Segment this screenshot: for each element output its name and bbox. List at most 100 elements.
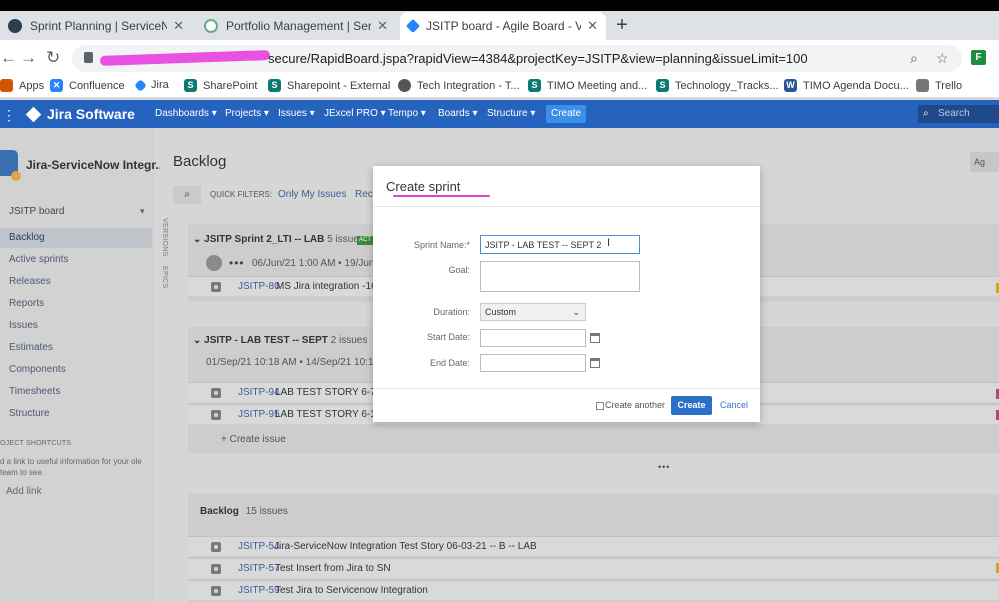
bookmark-timo-meeting[interactable]: S TIMO Meeting and...: [528, 79, 647, 92]
browser-tab-jsitp-board[interactable]: JSITP board - Agile Board - Viaco ✕: [400, 12, 606, 40]
create-another-checkbox[interactable]: [596, 402, 604, 410]
drag-handle-icon[interactable]: •••: [658, 462, 670, 472]
goal-textarea[interactable]: [480, 261, 640, 292]
sprint-name-input[interactable]: [480, 235, 640, 254]
create-issue-button[interactable]: Create: [546, 105, 586, 123]
trello-icon: [916, 79, 929, 92]
issue-summary: Jira-ServiceNow Integration Test Story 0…: [274, 541, 537, 552]
project-name[interactable]: Jira-ServiceNow Integr...: [26, 158, 165, 172]
issue-row[interactable]: JSITP-54 Jira-ServiceNow Integration Tes…: [188, 536, 999, 556]
board-settings-button[interactable]: Ag: [970, 152, 999, 172]
sidebar-item-estimates[interactable]: Estimates: [9, 342, 53, 353]
calendar-icon[interactable]: [590, 358, 600, 368]
goal-label: Goal:: [448, 265, 470, 275]
sidebar-item-releases[interactable]: Releases: [9, 276, 51, 287]
browser-tab-sprint-planning[interactable]: Sprint Planning | ServiceNow ✕: [0, 12, 192, 40]
create-sprint-button[interactable]: Create: [671, 396, 712, 415]
bookmark-label: Confluence: [69, 79, 125, 92]
issue-row[interactable]: JSITP-59 Test Jira to Servicenow Integra…: [188, 580, 999, 600]
text-cursor-icon: I: [607, 237, 611, 249]
sidebar-item-issues[interactable]: Issues: [9, 320, 38, 331]
quick-filters-label: QUICK FILTERS:: [210, 190, 273, 199]
create-issue-link[interactable]: + Create issue: [221, 434, 286, 445]
url-text: secure/RapidBoard.jspa?rapidView=4384&pr…: [268, 51, 808, 66]
issue-key[interactable]: JSITP-80: [238, 281, 280, 292]
board-selector[interactable]: JSITP board: [9, 206, 64, 217]
issue-key[interactable]: JSITP-95: [238, 409, 280, 420]
menu-jexcel-pro[interactable]: JExcel PRO ▾: [324, 108, 386, 119]
issue-key[interactable]: JSITP-59: [238, 585, 280, 596]
menu-projects[interactable]: Projects ▾: [225, 108, 269, 119]
back-arrow-icon[interactable]: ←: [0, 48, 17, 68]
sidebar-item-timesheets[interactable]: Timesheets: [9, 386, 60, 397]
sprint-name-label-text: Sprint Name:: [413, 240, 467, 250]
duration-select[interactable]: Custom ⌄: [480, 303, 586, 321]
reload-icon[interactable]: ↻: [46, 48, 60, 68]
sprint-title-text: JSITP - LAB TEST -- SEPT: [204, 335, 328, 346]
bookmark-sharepoint-external[interactable]: S Sharepoint - External: [268, 79, 390, 92]
sharepoint-icon: S: [184, 79, 197, 92]
cancel-button[interactable]: Cancel: [720, 400, 748, 410]
story-icon: [211, 388, 221, 398]
browser-tab-portfolio[interactable]: Portfolio Management | ServiceN ✕: [196, 12, 396, 40]
create-another-label[interactable]: Create another: [605, 400, 665, 410]
add-link[interactable]: Add link: [6, 486, 42, 497]
menu-issues[interactable]: Issues ▾: [278, 108, 315, 119]
bookmark-trello[interactable]: Trello: [916, 79, 962, 92]
menu-label: Projects: [225, 108, 262, 119]
sprint-title[interactable]: ⌄ JSITP Sprint 2_LTI -- LAB 5 issues: [193, 234, 364, 245]
issue-row[interactable]: JSITP-57 Test Insert from Jira to SN: [188, 558, 999, 578]
bookmark-sharepoint[interactable]: S SharePoint: [184, 79, 257, 92]
menu-dashboards[interactable]: Dashboards ▾: [155, 108, 217, 119]
sidebar-item-components[interactable]: Components: [9, 364, 66, 375]
sidebar-item-reports[interactable]: Reports: [9, 298, 44, 309]
calendar-icon[interactable]: [590, 333, 600, 343]
new-tab-plus-icon[interactable]: +: [612, 14, 632, 37]
forward-arrow-icon[interactable]: →: [20, 48, 37, 68]
quick-filter-only-my-issues[interactable]: Only My Issues: [278, 189, 346, 200]
bookmark-label: Trello: [935, 79, 963, 92]
menu-structure[interactable]: Structure ▾: [487, 108, 535, 119]
bookmark-timo-agenda[interactable]: W TIMO Agenda Docu...: [784, 79, 909, 92]
epics-panel-tab[interactable]: EPICS: [161, 266, 168, 289]
story-icon: [211, 586, 221, 596]
sidebar-item-backlog[interactable]: Backlog: [9, 232, 45, 243]
dialog-title: Create sprint: [386, 179, 461, 194]
close-tab-icon[interactable]: ✕: [377, 18, 388, 34]
bookmark-star-icon[interactable]: ☆: [936, 50, 949, 67]
search-placeholder: Search: [938, 108, 970, 119]
app-switcher-icon[interactable]: ⋮: [2, 107, 16, 124]
jira-logo[interactable]: Jira Software: [25, 106, 135, 122]
more-actions-icon[interactable]: •••: [229, 256, 245, 270]
close-tab-icon[interactable]: ✕: [587, 18, 598, 34]
sidebar-item-active-sprints[interactable]: Active sprints: [9, 254, 68, 265]
bookmark-apps[interactable]: Apps: [0, 79, 44, 92]
chevron-down-icon[interactable]: ▾: [140, 206, 145, 217]
issue-key[interactable]: JSITP-57: [238, 563, 280, 574]
start-date-input[interactable]: [480, 329, 586, 347]
menu-tempo[interactable]: Tempo ▾: [388, 108, 426, 119]
backlog-search-icon[interactable]: ⌕: [173, 186, 201, 204]
extension-icon[interactable]: F: [971, 50, 986, 65]
bookmark-tech-integration[interactable]: Tech Integration - T...: [398, 79, 520, 92]
story-icon: [211, 282, 221, 292]
bookmark-technology-tracks[interactable]: S Technology_Tracks...: [656, 79, 779, 92]
versions-panel-tab[interactable]: VERSIONS: [161, 218, 168, 257]
bookmark-confluence[interactable]: ✕ Confluence: [50, 79, 125, 92]
sprint-title[interactable]: ⌄ JSITP - LAB TEST -- SEPT 2 issues: [193, 335, 367, 346]
confluence-icon: ✕: [50, 79, 63, 92]
browser-tab-strip: Sprint Planning | ServiceNow ✕ Portfolio…: [0, 0, 999, 40]
sidebar-item-structure[interactable]: Structure: [9, 408, 50, 419]
servicenow-favicon-icon: [204, 19, 218, 33]
end-date-input[interactable]: [480, 354, 586, 372]
issue-key[interactable]: JSITP-94: [238, 387, 280, 398]
jira-search-input[interactable]: ⌕ Search: [918, 105, 999, 123]
zoom-search-icon[interactable]: ⌕: [910, 50, 918, 67]
chevron-down-icon: ⌄: [572, 307, 580, 317]
bookmark-label: Technology_Tracks...: [675, 79, 779, 92]
bookmark-jira[interactable]: Jira: [134, 78, 169, 92]
menu-boards[interactable]: Boards ▾: [438, 108, 478, 119]
close-tab-icon[interactable]: ✕: [173, 18, 184, 34]
url-bar[interactable]: secure/RapidBoard.jspa?rapidView=4384&pr…: [72, 45, 962, 72]
project-shortcuts-help: d a link to useful information for your …: [0, 457, 142, 477]
